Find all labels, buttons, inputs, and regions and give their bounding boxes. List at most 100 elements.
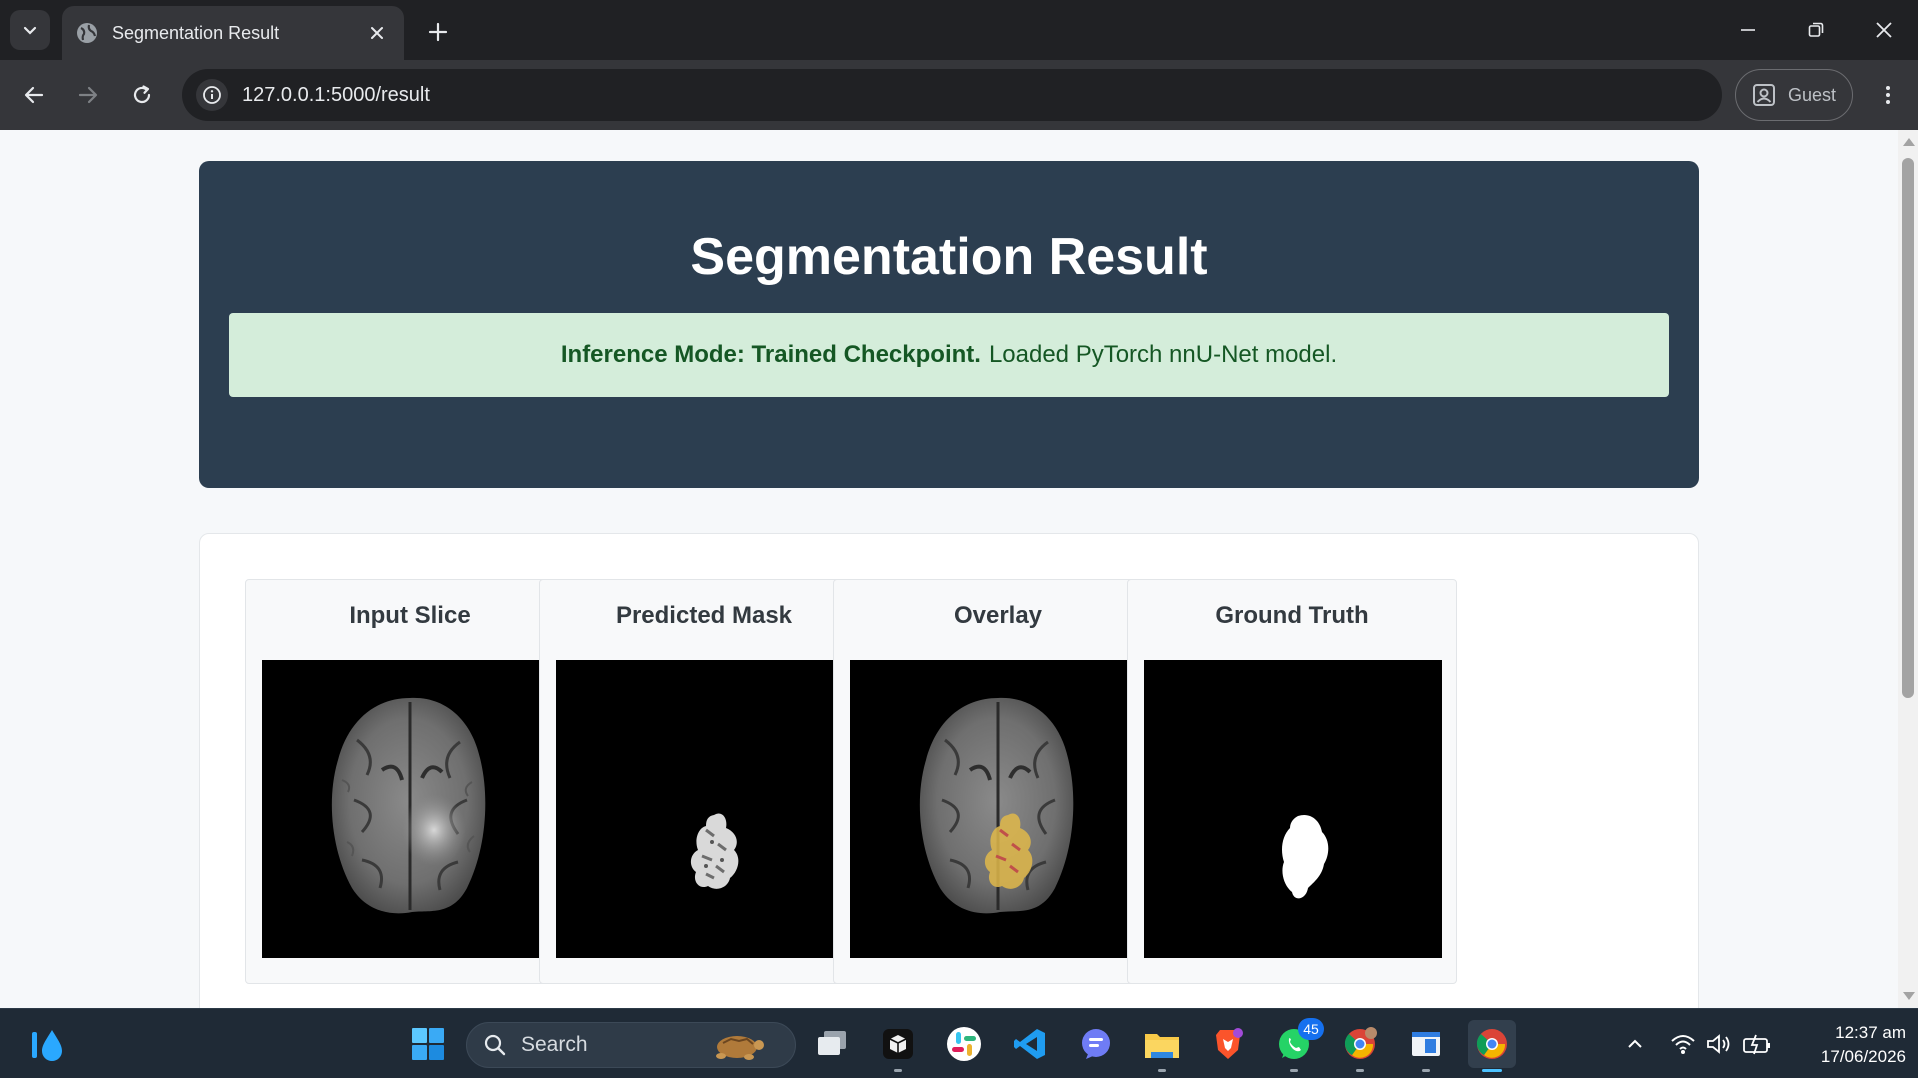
- tab-close-icon[interactable]: [364, 20, 390, 46]
- slack-button[interactable]: [940, 1020, 988, 1068]
- page-scrollbar[interactable]: [1898, 130, 1918, 1008]
- volume-icon: [1707, 1034, 1730, 1054]
- page-title: Segmentation Result: [690, 228, 1208, 286]
- box-app-button[interactable]: [874, 1020, 922, 1072]
- battery-charging-icon: [1743, 1034, 1770, 1055]
- search-icon: [484, 1034, 506, 1056]
- results-card: Input Slice Predicted Mask Overlay Groun…: [199, 533, 1699, 1008]
- taskbar-search-label: Search: [521, 1033, 588, 1056]
- plus-icon: [428, 22, 448, 42]
- arrow-right-icon: [78, 86, 98, 104]
- minimize-icon: [1741, 29, 1755, 31]
- restore-icon: [1808, 22, 1824, 37]
- panel-title: Predicted Mask: [615, 602, 793, 629]
- vscode-icon: [1014, 1029, 1045, 1059]
- scrollbar-thumb[interactable]: [1902, 158, 1914, 698]
- chat-app-icon: [1082, 1029, 1110, 1059]
- vscode-button[interactable]: [1006, 1020, 1054, 1068]
- panel-input-slice: Input Slice: [245, 579, 575, 984]
- slack-icon: [947, 1027, 981, 1061]
- minimize-button[interactable]: [1714, 0, 1782, 60]
- reload-icon: [133, 85, 151, 104]
- chrome-profile-icon: [1344, 1027, 1377, 1059]
- panel-ground-truth: Ground Truth: [1127, 579, 1457, 984]
- wifi-button[interactable]: [1668, 1029, 1698, 1059]
- predicted-mask-image: [556, 660, 854, 958]
- task-view-icon: [818, 1031, 846, 1055]
- guest-profile-icon: [1753, 84, 1775, 106]
- scroll-down-icon[interactable]: [1903, 992, 1915, 1000]
- wifi-icon: [1671, 1035, 1695, 1054]
- browser-menu-button[interactable]: [1868, 75, 1908, 115]
- clock-time: 12:37 am: [1835, 1023, 1906, 1042]
- task-view-button[interactable]: [808, 1020, 856, 1068]
- arrow-left-icon: [24, 86, 44, 104]
- browser-tab-bar: Segmentation Result: [0, 0, 1918, 60]
- chevron-down-icon: [23, 26, 37, 35]
- taskbar-search[interactable]: Search: [466, 1022, 796, 1068]
- site-info-icon[interactable]: [196, 79, 228, 111]
- more-vertical-icon: [1886, 86, 1890, 104]
- whatsapp-button[interactable]: 45: [1270, 1018, 1324, 1072]
- tab-search-button[interactable]: [10, 10, 50, 50]
- water-drop-app-button[interactable]: [24, 1020, 72, 1068]
- globe-icon: [76, 22, 98, 44]
- chrome-icon: [1476, 1029, 1507, 1059]
- restore-button[interactable]: [1782, 0, 1850, 60]
- notepad-icon: [1412, 1032, 1440, 1056]
- inference-mode-alert: Inference Mode: Trained Checkpoint. Load…: [229, 313, 1669, 397]
- start-button[interactable]: [404, 1020, 452, 1068]
- input-slice-image: [262, 660, 560, 958]
- url-text: 127.0.0.1:5000/result: [242, 83, 430, 106]
- running-indicator: [1158, 1069, 1166, 1072]
- running-indicator: [894, 1069, 902, 1072]
- file-explorer-icon: [1145, 1034, 1179, 1058]
- page-viewport: Segmentation Result Inference Mode: Trai…: [0, 130, 1898, 1008]
- back-button[interactable]: [14, 75, 54, 115]
- alert-bold-text: Inference Mode: Trained Checkpoint.: [560, 341, 981, 368]
- ground-truth-image: [1144, 660, 1442, 958]
- header-card: Segmentation Result Inference Mode: Trai…: [199, 161, 1699, 488]
- panel-title: Overlay: [953, 602, 1043, 629]
- brave-icon: [1216, 1028, 1243, 1059]
- notepad-button[interactable]: [1402, 1020, 1450, 1072]
- water-drop-icon: [32, 1030, 62, 1061]
- battery-button[interactable]: [1742, 1029, 1772, 1059]
- close-window-button[interactable]: [1850, 0, 1918, 60]
- running-indicator: [1356, 1069, 1364, 1072]
- chevron-up-icon: [1628, 1039, 1642, 1048]
- box-app-icon: [883, 1029, 913, 1059]
- panel-overlay: Overlay: [833, 579, 1163, 984]
- overlay-image: [850, 660, 1148, 958]
- profile-label: Guest: [1788, 84, 1837, 105]
- close-icon: [1876, 22, 1892, 38]
- running-indicator: [1290, 1069, 1298, 1072]
- volume-button[interactable]: [1704, 1029, 1734, 1059]
- panel-predicted-mask: Predicted Mask: [539, 579, 869, 984]
- show-hidden-icons-button[interactable]: [1620, 1029, 1650, 1059]
- taskbar: Search 45 12:37 am 17/06/2026: [0, 1008, 1918, 1078]
- panel-title: Ground Truth: [1215, 602, 1369, 629]
- browser-tab-active[interactable]: Segmentation Result: [62, 6, 404, 60]
- reload-button[interactable]: [122, 75, 162, 115]
- chat-app-button[interactable]: [1072, 1020, 1120, 1068]
- new-tab-button[interactable]: [420, 14, 456, 50]
- chrome-profile-button[interactable]: [1336, 1020, 1384, 1072]
- turtle-icon: [716, 1036, 764, 1060]
- browser-toolbar: 127.0.0.1:5000/result Guest: [0, 60, 1918, 130]
- clock-date: 17/06/2026: [1820, 1047, 1906, 1066]
- file-explorer-button[interactable]: [1138, 1020, 1186, 1072]
- running-indicator: [1422, 1069, 1430, 1072]
- taskbar-clock[interactable]: 12:37 am 17/06/2026: [1786, 1021, 1906, 1069]
- brave-button[interactable]: [1204, 1020, 1252, 1068]
- alert-text: Loaded PyTorch nnU-Net model.: [988, 341, 1338, 368]
- panel-title: Input Slice: [349, 602, 471, 629]
- active-indicator: [1482, 1069, 1502, 1072]
- chrome-button[interactable]: [1468, 1020, 1516, 1072]
- whatsapp-badge: 45: [1298, 1018, 1324, 1040]
- windows-start-icon: [412, 1028, 444, 1060]
- address-bar[interactable]: 127.0.0.1:5000/result: [182, 69, 1722, 121]
- forward-button[interactable]: [68, 75, 108, 115]
- profile-button[interactable]: Guest: [1735, 69, 1853, 121]
- scroll-up-icon[interactable]: [1903, 138, 1915, 146]
